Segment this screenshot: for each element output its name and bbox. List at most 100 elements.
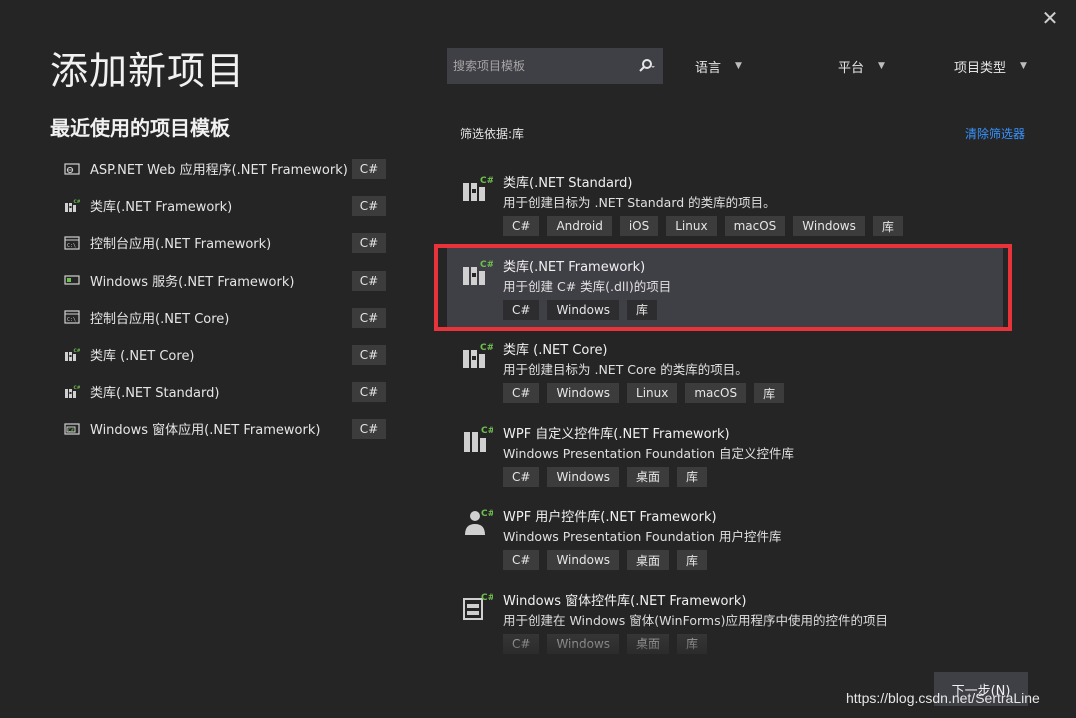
template-tags: C# Windows 桌面库: [503, 633, 708, 654]
language-badge: C#: [352, 344, 386, 365]
platform-filter-label: 平台: [838, 60, 865, 76]
template-description: 用于创建在 Windows 窗体(WinForms)应用程序中使用的控件的项目: [503, 612, 888, 628]
recent-template-item[interactable]: C# Windows 窗体应用(.NET Framework) C#: [58, 410, 398, 447]
template-tag: Linux: [627, 383, 678, 404]
language-filter-label: 语言: [695, 60, 722, 76]
class-library-icon: C#: [62, 347, 82, 363]
winforms-control-icon: C#: [461, 591, 495, 623]
template-tag: macOS: [685, 383, 747, 404]
template-tag: C#: [503, 466, 540, 487]
language-badge: C#: [352, 382, 386, 403]
template-item[interactable]: C# Windows 窗体控件库(.NET Framework) 用于创建在 Win…: [447, 581, 1003, 665]
recent-template-item[interactable]: C:\ 控制台应用(.NET Core) C#: [58, 299, 398, 336]
template-tag: 库: [754, 383, 785, 404]
recent-template-item[interactable]: Windows 服务(.NET Framework) C#: [58, 262, 398, 299]
template-tags: C# Android iOS Linux macOS Windows 库: [503, 216, 903, 236]
template-tag: Linux: [666, 216, 717, 236]
class-library-icon: C#: [62, 384, 82, 400]
template-tag: macOS: [724, 216, 786, 236]
class-library-icon: C#: [461, 257, 494, 289]
template-tag: Windows: [547, 466, 620, 487]
search-box: [447, 48, 663, 84]
filter-status-label: 筛选依据:库: [460, 127, 525, 141]
template-name: 类库 (.NET Core): [503, 343, 608, 359]
svg-text:C#: C#: [68, 427, 75, 432]
template-tag: 库: [677, 550, 708, 571]
svg-text:C#: C#: [480, 343, 493, 353]
template-description: 用于创建目标为 .NET Core 的类库的项目。: [503, 362, 748, 378]
template-tag: C#: [503, 383, 540, 404]
dialog-title: 添加新项目: [50, 49, 246, 93]
template-item[interactable]: C# 类库(.NET Framework) 用于创建 C# 类库(.dll)的项目 C…: [447, 246, 1003, 331]
template-item[interactable]: C# 类库 (.NET Core) 用于创建目标为 .NET Core 的类库的项目…: [447, 330, 1003, 414]
template-tag: Android: [547, 216, 612, 236]
svg-text:C#: C#: [74, 348, 81, 354]
chevron-down-icon: ▼: [1020, 61, 1027, 71]
platform-filter-dropdown[interactable]: 平台 ▼: [838, 56, 885, 76]
language-badge: C#: [352, 233, 386, 254]
clear-filters-link[interactable]: 清除筛选器: [965, 125, 1025, 142]
class-library-icon: C#: [62, 198, 82, 214]
svg-text:C#: C#: [481, 509, 493, 519]
svg-text:C#: C#: [481, 593, 493, 603]
chevron-down-icon: ▼: [735, 61, 742, 71]
template-tag: 桌面: [627, 466, 670, 487]
template-item[interactable]: C# WPF 自定义控件库(.NET Framework) Windows Pres…: [447, 414, 1003, 498]
close-button[interactable]: ✕: [1038, 6, 1062, 30]
template-list: C# 类库(.NET Standard) 用于创建目标为 .NET Standard…: [447, 163, 1003, 665]
template-tag: Windows: [547, 633, 620, 654]
svg-text:C#: C#: [74, 385, 81, 391]
template-name: WPF 自定义控件库(.NET Framework): [503, 426, 730, 442]
template-tag: 桌面: [627, 550, 670, 571]
language-filter-dropdown[interactable]: 语言 ▼: [695, 56, 742, 76]
windows-service-icon: [62, 272, 82, 288]
template-tag: iOS: [619, 216, 659, 236]
svg-text:C:\: C:\: [67, 317, 76, 323]
template-tag: Windows: [793, 216, 865, 236]
template-name: 类库(.NET Standard): [503, 176, 633, 191]
recent-template-item[interactable]: C:\ 控制台应用(.NET Framework) C#: [58, 224, 398, 261]
wpf-custom-control-icon: C#: [461, 424, 495, 456]
language-badge: C#: [352, 270, 386, 291]
recent-template-item[interactable]: C# 类库(.NET Framework) C#: [58, 187, 398, 224]
template-name: 类库(.NET Framework): [503, 259, 646, 275]
recent-template-item[interactable]: C# 类库 (.NET Core) C#: [58, 336, 398, 373]
template-tag: 库: [677, 466, 708, 487]
svg-text:C#: C#: [480, 176, 493, 186]
console-app-icon: C:\: [62, 235, 82, 251]
recent-templates-header: 最近使用的项目模板: [50, 116, 230, 140]
template-description: 用于创建 C# 类库(.dll)的项目: [503, 278, 672, 294]
web-app-icon: [62, 161, 82, 177]
class-library-icon: C#: [461, 173, 494, 205]
language-badge: C#: [352, 307, 386, 328]
svg-text:C#: C#: [481, 426, 493, 436]
template-tag: 桌面: [627, 633, 670, 654]
template-description: Windows Presentation Foundation 用户控件库: [503, 529, 782, 545]
search-input[interactable]: [447, 48, 629, 84]
language-badge: C#: [352, 196, 386, 217]
svg-text:C#: C#: [480, 260, 493, 270]
project-type-filter-label: 项目类型: [954, 60, 1007, 76]
chevron-down-icon: ▼: [878, 61, 885, 71]
search-icon[interactable]: [629, 48, 663, 84]
template-tags: C# Windows Linux macOS 库: [503, 383, 785, 404]
winforms-app-icon: C#: [62, 421, 82, 437]
template-description: Windows Presentation Foundation 自定义控件库: [503, 445, 794, 461]
svg-text:C:\: C:\: [67, 243, 76, 249]
template-tags: C# Windows 桌面库: [503, 550, 708, 571]
template-tag: Windows: [547, 383, 620, 404]
template-name: WPF 用户控件库(.NET Framework): [503, 510, 717, 526]
language-badge: C#: [352, 159, 386, 179]
recent-template-item[interactable]: ASP.NET Web 应用程序(.NET Framework) C#: [58, 150, 398, 187]
template-item[interactable]: C# WPF 用户控件库(.NET Framework) Windows Prese…: [447, 497, 1003, 581]
console-app-icon: C:\: [62, 309, 82, 325]
template-tags: C# Windows 桌面库: [503, 466, 708, 487]
template-tags: C# Windows 库: [503, 299, 658, 320]
next-button[interactable]: 下一步(N): [934, 672, 1028, 706]
recent-template-item[interactable]: C# 类库(.NET Standard) C#: [58, 373, 398, 410]
project-type-filter-dropdown[interactable]: 项目类型 ▼: [954, 56, 1027, 76]
template-tag: 库: [872, 216, 903, 236]
template-name: Windows 窗体控件库(.NET Framework): [503, 593, 747, 609]
template-tag: Windows: [547, 299, 620, 320]
template-item[interactable]: C# 类库(.NET Standard) 用于创建目标为 .NET Standard…: [447, 163, 1003, 247]
